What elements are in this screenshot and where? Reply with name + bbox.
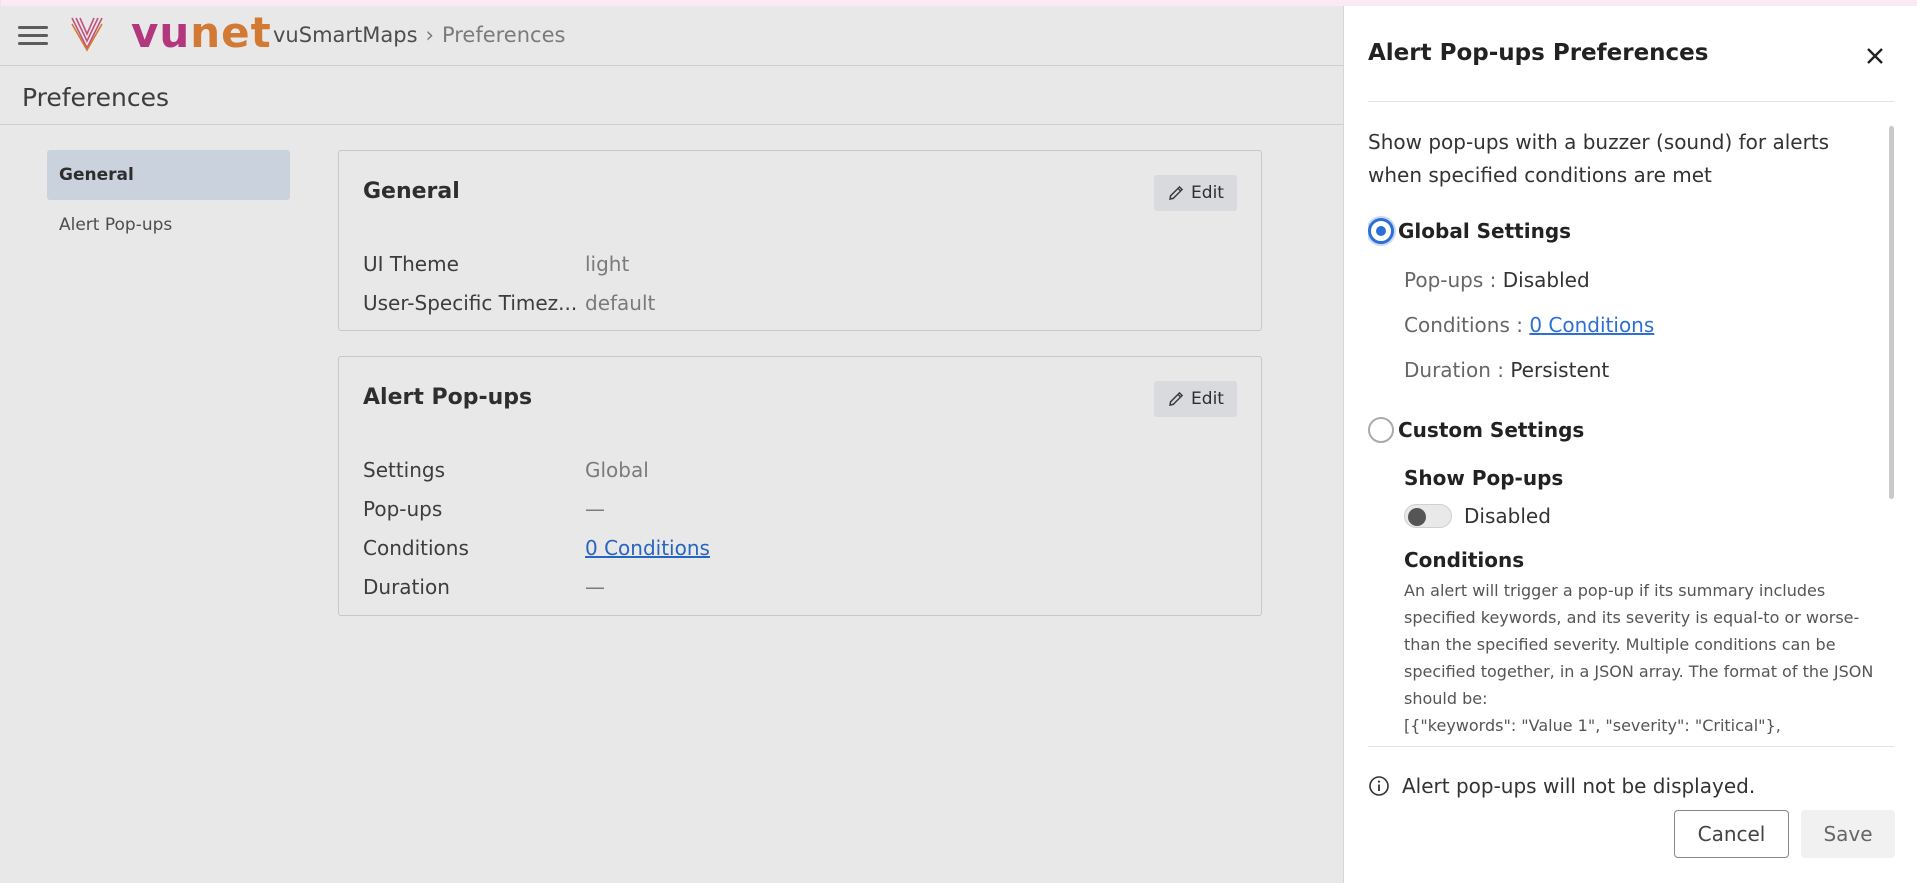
drawer-description: Show pop-ups with a buzzer (sound) for a… [1368,130,1830,187]
show-popups-toggle[interactable] [1404,504,1452,528]
custom-settings-option[interactable]: Custom Settings [1368,417,1584,443]
save-button[interactable]: Save [1801,810,1895,858]
global-settings-option[interactable]: Global Settings [1368,218,1571,244]
conditions-heading: Conditions [1404,548,1525,572]
info-icon [1369,776,1389,796]
alert-popups-preferences-drawer: Alert Pop-ups Preferences Show pop-ups w… [1,0,1917,883]
global-popups-line: Pop-ups : Disabled [1404,268,1590,292]
global-conditions-line: Conditions : 0 Conditions [1404,313,1655,337]
close-icon[interactable] [1861,42,1889,70]
show-popups-toggle-row[interactable]: Disabled [1404,504,1551,528]
show-popups-toggle-label: Disabled [1464,504,1551,528]
cancel-button[interactable]: Cancel [1674,810,1789,858]
info-message-text: Alert pop-ups will not be displayed. [1402,774,1756,798]
global-settings-label: Global Settings [1398,219,1572,243]
drawer-scrollbar[interactable] [1889,126,1894,499]
drawer-footer-divider [1368,746,1894,747]
conditions-help-text: An alert will trigger a pop-up if its su… [1404,577,1874,739]
custom-settings-radio[interactable] [1368,417,1394,443]
info-message: Alert pop-ups will not be displayed. [1368,774,1755,798]
show-popups-heading: Show Pop-ups [1404,466,1564,490]
global-settings-radio[interactable] [1368,218,1394,244]
global-conditions-link[interactable]: 0 Conditions [1529,313,1654,337]
global-duration-line: Duration : Persistent [1404,358,1610,382]
drawer-title: Alert Pop-ups Preferences [1368,40,1709,66]
drawer-body: Show pop-ups with a buzzer (sound) for a… [1368,126,1884,746]
drawer-header-divider [1368,101,1894,102]
conditions-json-example: [{"keywords": "Value 1", "severity": "Cr… [1404,716,1781,735]
custom-settings-label: Custom Settings [1398,418,1585,442]
